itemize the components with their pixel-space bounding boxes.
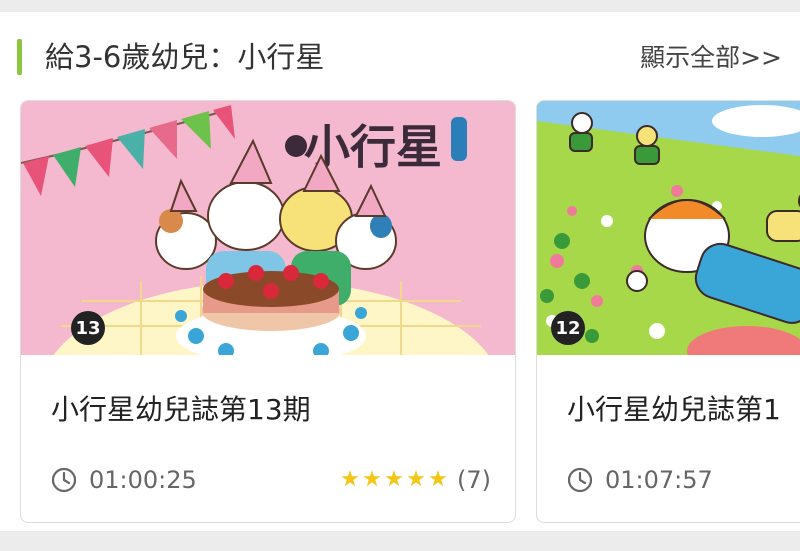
card-meta-row: 01:07:57 bbox=[567, 464, 800, 496]
magazine-card[interactable]: 小行星 13 小行星幼兒誌第13期 01:00:25 ★ ★ ★ ★ ★ (7) bbox=[20, 100, 516, 523]
card-meta-row: 01:00:25 ★ ★ ★ ★ ★ (7) bbox=[51, 464, 491, 496]
star-icon: ★ bbox=[428, 467, 448, 492]
show-all-link[interactable]: 顯示全部>> bbox=[640, 43, 782, 73]
rating: ★ ★ ★ ★ ★ (7) bbox=[339, 464, 491, 496]
star-icon: ★ bbox=[406, 467, 426, 492]
clock-icon bbox=[567, 467, 593, 493]
cover-image[interactable]: 小行星 13 bbox=[21, 101, 515, 355]
clock-icon bbox=[51, 467, 77, 493]
star-icon: ★ bbox=[362, 467, 382, 492]
section-accent-bar bbox=[17, 39, 22, 75]
issue-number-badge: 12 bbox=[551, 311, 585, 345]
magazine-card[interactable]: 12 小行星幼兒誌第1 01:07:57 bbox=[536, 100, 800, 523]
duration-label: 01:07:57 bbox=[605, 466, 713, 494]
cover-image[interactable]: 12 bbox=[537, 101, 800, 355]
card-title[interactable]: 小行星幼兒誌第13期 bbox=[51, 393, 311, 427]
star-icon: ★ bbox=[384, 467, 404, 492]
issue-number-badge: 13 bbox=[71, 311, 105, 345]
duration-label: 01:00:25 bbox=[89, 466, 197, 494]
card-title[interactable]: 小行星幼兒誌第1 bbox=[567, 393, 781, 427]
section-title: 給3-6歲幼兒：小行星 bbox=[45, 40, 325, 74]
section-panel: 給3-6歲幼兒：小行星 顯示全部>> 小行星 13 小行星幼兒誌第13期 01:… bbox=[0, 12, 800, 531]
rating-count: (7) bbox=[457, 466, 491, 494]
star-icon: ★ bbox=[340, 467, 360, 492]
